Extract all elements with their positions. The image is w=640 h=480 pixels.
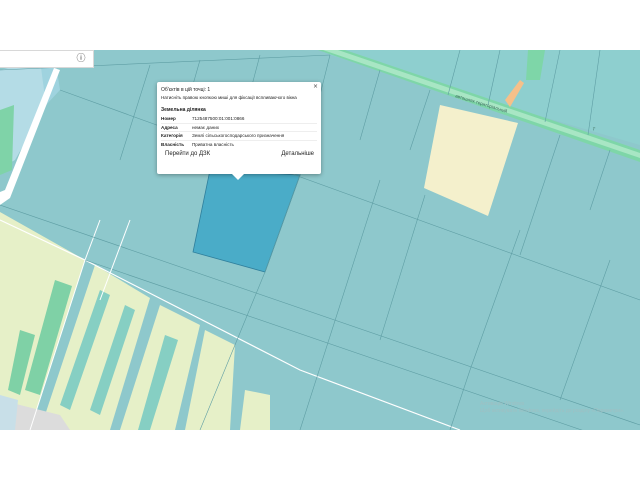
map-toolbar: ⓘ: [0, 50, 94, 68]
watermark-line-1: Активація Windows: [480, 401, 525, 407]
info-value: немає даних: [192, 124, 220, 130]
info-key: Власність: [161, 141, 185, 147]
info-icon[interactable]: ⓘ: [74, 52, 88, 66]
section-title: Земельна ділянка: [161, 107, 206, 113]
info-row-ownership: Власність Приватна власність: [161, 139, 317, 149]
details-link[interactable]: Детальніше: [281, 151, 314, 157]
parcel-green-left[interactable]: [0, 105, 14, 175]
info-row-address: Адреса немає даних: [161, 122, 317, 132]
objects-count: Об'єктів в цій точці: 1: [161, 87, 211, 93]
parcel-popup: × Об'єктів в цій точці: 1 Натисніть прав…: [157, 82, 321, 180]
watermark-line-2: Щоб активувати Windows, перейдіть до роз…: [480, 408, 625, 414]
info-value: 7125487500:01:001:0866: [192, 116, 245, 121]
close-icon[interactable]: ×: [313, 83, 318, 90]
goto-dzk-link[interactable]: Перейти до ДЗК: [165, 151, 210, 157]
popup-actions: Перейти до ДЗК Детальніше: [161, 151, 317, 157]
info-row-category: Категорія Землі сільськогосподарського п…: [161, 131, 317, 140]
parcel-info-table: Номер 7125487500:01:001:0866 Адреса нема…: [161, 115, 317, 148]
info-key: Адреса: [161, 124, 178, 130]
info-value: Землі сільськогосподарського призначення: [192, 133, 285, 139]
field-green-5[interactable]: [240, 390, 270, 430]
info-row-number: Номер 7125487500:01:001:0866: [161, 115, 317, 123]
info-key: Номер: [161, 116, 176, 121]
info-value: Приватна власність: [192, 141, 234, 147]
popup-pointer: [232, 174, 244, 180]
map-page: автошлях територіальний Т ⓘ × Об'єктів в…: [0, 0, 640, 480]
parcel-bluegrey-corner: [0, 395, 18, 430]
popup-hint: Натисніть правою кнопкою миші для фіксац…: [161, 95, 297, 100]
windows-activation-watermark: Активація Windows Щоб активувати Windows…: [480, 401, 624, 415]
info-key: Категорія: [161, 133, 183, 139]
